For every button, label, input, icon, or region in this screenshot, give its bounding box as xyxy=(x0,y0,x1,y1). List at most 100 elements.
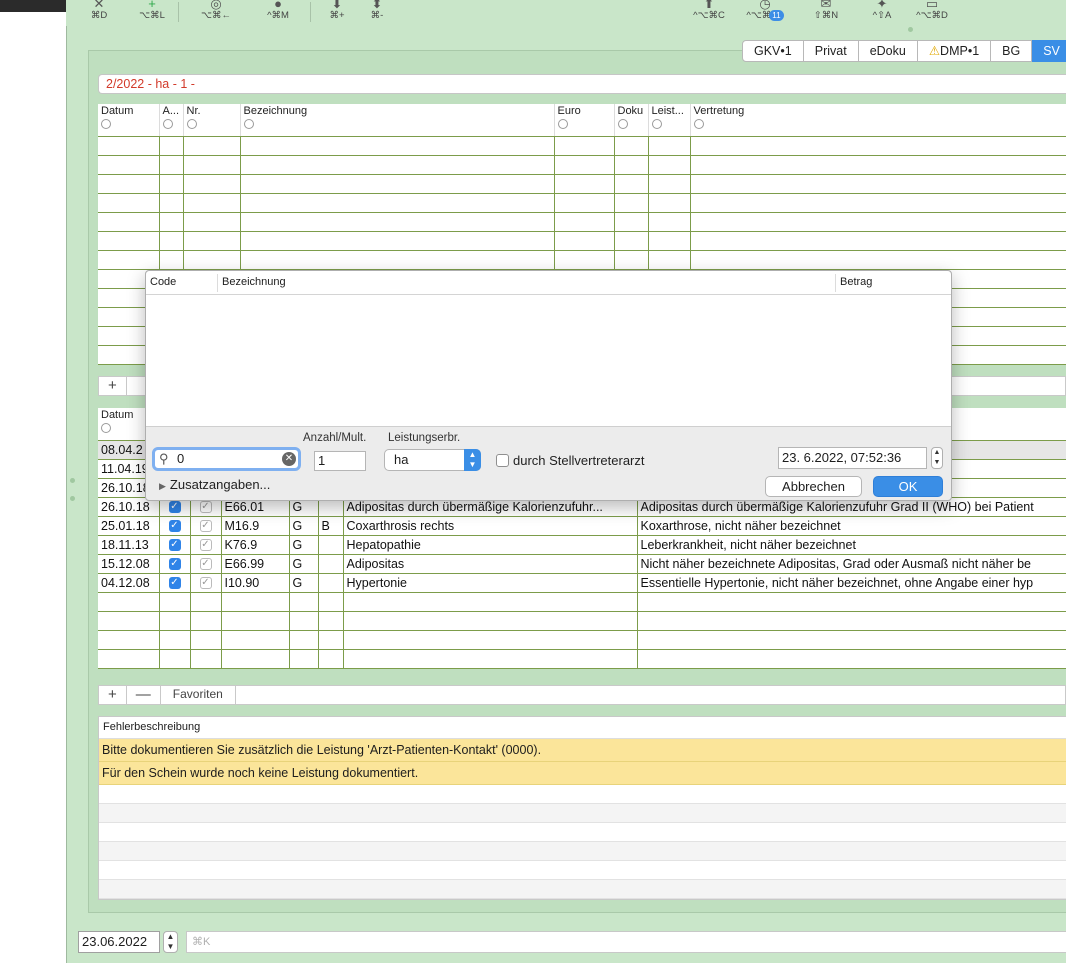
favorites-button[interactable]: Favoriten xyxy=(161,686,236,704)
column-header-nr[interactable]: Nr. xyxy=(183,104,241,137)
date-stepper[interactable]: ▲ ▼ xyxy=(163,931,178,953)
billing-checkbox[interactable]: ✓ xyxy=(199,577,212,590)
billing-checkbox[interactable]: ✓ xyxy=(199,539,212,552)
column-header-datum[interactable]: Datum xyxy=(98,104,160,137)
column-header-vertretung[interactable]: Vertretung xyxy=(690,104,1066,137)
catalog-list[interactable] xyxy=(146,295,951,427)
permanent-checkbox[interactable]: ✓ xyxy=(168,520,181,533)
command-input[interactable]: ⌘K xyxy=(186,931,1066,953)
permanent-checkbox[interactable]: ✓ xyxy=(168,539,181,552)
column-header-doku[interactable]: Doku xyxy=(614,104,649,137)
medication-tool-button[interactable]: ● ^⌘M xyxy=(256,0,300,26)
tab-privat[interactable]: Privat xyxy=(803,40,859,62)
permanent-checkbox[interactable]: ✓ xyxy=(168,558,181,571)
column-header-euro[interactable]: Euro xyxy=(554,104,615,137)
table-row[interactable] xyxy=(98,212,1066,232)
back-tool-button[interactable]: ◎ ⌥⌘← xyxy=(188,0,244,26)
assistant-tool-button[interactable]: ✦ ^⇧A xyxy=(862,0,902,26)
quantity-field[interactable]: 1 xyxy=(314,451,366,471)
tab-dmp[interactable]: ⚠DMP•1 xyxy=(917,40,992,62)
history-tool-button[interactable]: ◷ ^⌥⌘11 xyxy=(742,0,788,26)
column-header-betrag[interactable]: Betrag xyxy=(840,276,872,288)
sort-radio[interactable] xyxy=(186,119,197,129)
splitter-handle[interactable] xyxy=(70,496,75,501)
error-message[interactable]: Für den Schein wurde noch keine Leistung… xyxy=(99,762,1066,785)
error-panel: Fehlerbeschreibung Bitte dokumentieren S… xyxy=(98,716,1066,900)
column-header-leistung[interactable]: Leist... xyxy=(648,104,691,137)
search-icon: ⚲ xyxy=(159,451,169,466)
billing-tabs: GKV•1 Privat eDoku ⚠DMP•1 BG SV xyxy=(742,40,1066,62)
add-tool-button[interactable]: + ⌥⌘L xyxy=(132,0,172,26)
date-field[interactable]: 23.06.2022 xyxy=(78,931,160,953)
table-row[interactable] xyxy=(98,155,1066,175)
ok-button[interactable]: OK xyxy=(873,476,943,497)
sort-radio[interactable] xyxy=(557,119,568,129)
column-header-code[interactable]: Code xyxy=(150,276,176,288)
table-row[interactable]: 18.11.13 ✓ ✓ K76.9 G Hepatopathie Leberkrankhe… xyxy=(98,535,1066,555)
table-row[interactable]: 25.01.18 ✓ ✓ M16.9 G B Coxarthrosis rechts Koxa… xyxy=(98,516,1066,536)
table-row[interactable] xyxy=(98,231,1066,251)
upload-tool-button[interactable]: ⬆ ^⌥⌘C xyxy=(684,0,734,26)
count-badge: 11 xyxy=(769,10,784,21)
tab-gkv[interactable]: GKV•1 xyxy=(742,40,804,62)
remove-diagnosis-button[interactable]: — xyxy=(127,686,161,704)
billing-checkbox[interactable]: ✓ xyxy=(199,501,212,514)
toolbar: ✕ ⌘D + ⌥⌘L ◎ ⌥⌘← ● ^⌘M ⬇ ⌘+ ⬍ ⌘- ⬆ ^⌥⌘C ◷ ^⌥⌘11 … xyxy=(66,0,1066,26)
column-header-a[interactable]: A... xyxy=(159,104,184,137)
tab-sv[interactable]: SV xyxy=(1032,40,1066,62)
sort-radio[interactable] xyxy=(693,119,704,129)
desktop-edge xyxy=(0,0,66,963)
billing-checkbox[interactable]: ✓ xyxy=(199,558,212,571)
sort-radio[interactable] xyxy=(101,423,111,433)
sort-radio[interactable] xyxy=(617,119,628,129)
diagnoses-button-bar: + — Favoriten xyxy=(98,685,1066,705)
error-panel-header: Fehlerbeschreibung xyxy=(99,717,1066,739)
stellvertreter-label[interactable]: durch Stellvertreterarzt xyxy=(513,453,645,468)
table-row[interactable] xyxy=(98,250,1066,270)
table-row[interactable] xyxy=(98,136,1066,156)
anzahl-label: Anzahl/Mult. xyxy=(303,432,367,444)
billing-checkbox[interactable]: ✓ xyxy=(199,520,212,533)
delete-tool-button[interactable]: ✕ ⌘D xyxy=(84,0,114,26)
datetime-field[interactable]: 23. 6.2022, 07:52:36 xyxy=(778,447,927,469)
table-row[interactable] xyxy=(98,630,1066,650)
chevron-updown-icon: ▲ ▼ xyxy=(464,449,481,471)
sort-radio[interactable] xyxy=(651,119,662,129)
column-header-bezeichnung[interactable]: Bezeichnung xyxy=(222,276,286,288)
zusatzangaben-disclosure[interactable]: ▶ Zusatzangaben... xyxy=(159,477,270,492)
table-row[interactable]: 15.12.08 ✓ ✓ E66.99 G Adipositas Nicht näher b… xyxy=(98,554,1066,574)
clear-icon[interactable]: ✕ xyxy=(282,452,296,466)
add-diagnosis-button[interactable]: + xyxy=(99,686,127,704)
table-row[interactable] xyxy=(98,193,1066,213)
table-row[interactable] xyxy=(98,592,1066,612)
table-row[interactable]: 04.12.08 ✓ ✓ I10.90 G Hypertonie Essentielle H… xyxy=(98,573,1066,593)
table-row[interactable] xyxy=(98,174,1066,194)
permanent-checkbox[interactable]: ✓ xyxy=(168,501,181,514)
collapse-tool-button[interactable]: ⬍ ⌘- xyxy=(362,0,392,26)
cancel-button[interactable]: Abbrechen xyxy=(765,476,862,497)
warning-icon: ⚠ xyxy=(928,44,941,58)
expand-tool-button[interactable]: ⬇ ⌘+ xyxy=(322,0,352,26)
leistungserbringer-label: Leistungserbr. xyxy=(388,432,461,444)
column-header-bezeichnung[interactable]: Bezeichnung xyxy=(240,104,555,137)
permanent-checkbox[interactable]: ✓ xyxy=(168,577,181,590)
add-service-button[interactable]: + xyxy=(99,377,127,395)
sort-radio[interactable] xyxy=(243,119,254,129)
table-row[interactable] xyxy=(98,649,1066,669)
tab-bg[interactable]: BG xyxy=(991,40,1033,62)
tab-edoku[interactable]: eDoku xyxy=(858,40,918,62)
datetime-stepper[interactable]: ▲ ▼ xyxy=(931,447,943,469)
sort-radio[interactable] xyxy=(101,119,111,129)
document-tool-button[interactable]: ▭ ^⌥⌘D xyxy=(908,0,956,26)
service-search-input[interactable]: ⚲ 0 ✕ xyxy=(152,447,301,471)
leistungserbringer-select[interactable]: ha ▲ ▼ xyxy=(384,449,481,471)
message-tool-button[interactable]: ✉ ⇧⌘N xyxy=(806,0,846,26)
stellvertreter-checkbox[interactable] xyxy=(496,454,509,467)
table-row[interactable] xyxy=(98,611,1066,631)
disclosure-triangle-icon: ▶ xyxy=(159,481,166,491)
splitter-handle[interactable] xyxy=(70,478,75,483)
sort-radio[interactable] xyxy=(162,119,173,129)
case-selector[interactable]: 2/2022 - ha - 1 - xyxy=(98,74,1066,94)
splitter-handle[interactable] xyxy=(908,27,913,32)
error-message[interactable]: Bitte dokumentieren Sie zusätzlich die L… xyxy=(99,739,1066,762)
